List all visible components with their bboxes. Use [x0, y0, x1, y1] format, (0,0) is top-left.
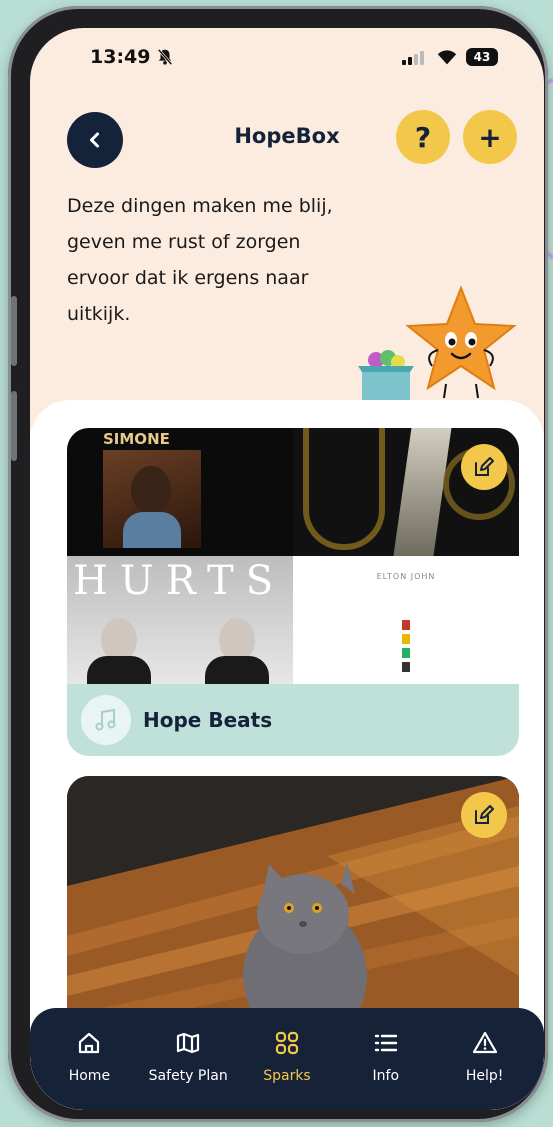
cellular-signal-icon	[402, 51, 424, 65]
warning-icon	[472, 1031, 497, 1054]
grid-icon	[275, 1031, 299, 1055]
tab-home[interactable]: Home	[44, 1008, 134, 1110]
status-time: 13:49	[90, 46, 151, 68]
app-screen: 13:49 43 HopeBox ? + Deze dingen maken m…	[30, 28, 544, 1110]
list-icon	[374, 1034, 397, 1052]
silent-bell-icon	[157, 48, 173, 66]
status-bar: 13:49 43	[30, 46, 544, 76]
tab-sparks[interactable]: Sparks	[242, 1008, 332, 1110]
tab-label: Safety Plan	[148, 1068, 228, 1084]
phone-side-button	[11, 296, 17, 366]
map-icon	[177, 1032, 200, 1054]
battery-indicator: 43	[466, 48, 498, 66]
hope-beats-footer: Hope Beats	[67, 684, 519, 756]
album-title-hurts: HURTS	[73, 558, 286, 604]
tab-safety-plan[interactable]: Safety Plan	[143, 1008, 233, 1110]
bottom-tab-bar: Home Safety Plan Sparks Info Help!	[30, 1008, 544, 1110]
tab-label: Info	[372, 1068, 400, 1084]
phone-frame: 13:49 43 HopeBox ? + Deze dingen maken m…	[8, 6, 548, 1122]
home-icon	[79, 1032, 100, 1054]
photo-card[interactable]	[67, 776, 519, 1046]
edit-photo-button[interactable]	[461, 792, 507, 838]
album-title-simone: SIMONE	[103, 430, 170, 448]
tab-info[interactable]: Info	[341, 1008, 431, 1110]
intro-text: Deze dingen maken me blij, geven me rust…	[67, 195, 333, 325]
tab-label: Home	[68, 1068, 111, 1084]
tab-label: Help!	[465, 1068, 504, 1084]
help-button[interactable]: ?	[396, 110, 450, 164]
edit-icon	[475, 805, 494, 824]
music-note-icon	[81, 695, 131, 745]
star-mascot-illustration	[405, 285, 517, 399]
album-cover-elton-john: ELTON JOHN	[293, 556, 519, 684]
tab-help[interactable]: Help!	[440, 1008, 530, 1110]
album-title-elton: ELTON JOHN	[376, 572, 436, 581]
phone-side-button	[11, 391, 17, 461]
tab-label: Sparks	[263, 1068, 311, 1084]
edit-icon	[475, 457, 494, 476]
wifi-icon	[437, 50, 457, 65]
add-button[interactable]: +	[463, 110, 517, 164]
cat-photo	[67, 776, 519, 1046]
album-collage: SIMONE HURTS ELTON JOHN	[67, 428, 519, 684]
card-title: Hope Beats	[143, 708, 273, 732]
hope-beats-card[interactable]: SIMONE HURTS ELTON JOHN Hope Beats	[67, 428, 519, 756]
album-cover-simone: SIMONE	[67, 428, 293, 556]
album-cover-hurts: HURTS	[67, 556, 293, 684]
edit-hope-beats-button[interactable]	[461, 444, 507, 490]
